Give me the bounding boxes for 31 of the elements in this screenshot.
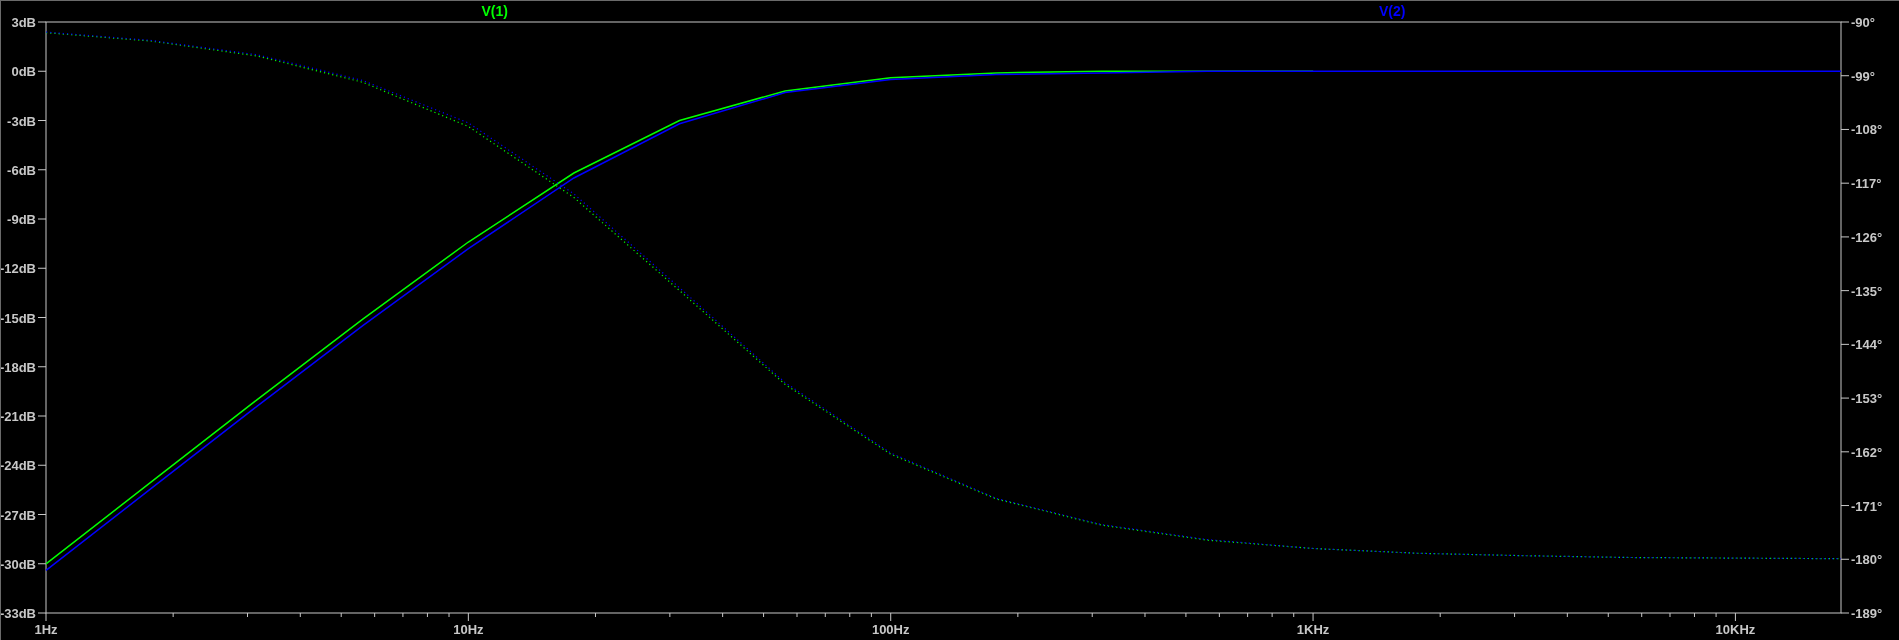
- axis-tick-label: -171°: [1851, 498, 1883, 514]
- axis-tick-label: -108°: [1851, 122, 1883, 138]
- axis-tick-label: -15dB: [1, 310, 36, 326]
- axis-tick-label: -21dB: [1, 409, 36, 424]
- axis-tick-label: -135°: [1851, 283, 1883, 299]
- trace-label[interactable]: V(1): [481, 3, 508, 19]
- axis-tick-label: -33dB: [1, 606, 36, 621]
- axis-tick-label: 1Hz: [34, 622, 58, 637]
- axis-tick-label: -162°: [1851, 444, 1883, 460]
- axis-tick-label: -18dB: [1, 359, 36, 375]
- axis-tick-label: -24dB: [1, 458, 36, 474]
- axis-tick-label: 10Hz: [453, 622, 484, 637]
- axis-tick-label: -27dB: [1, 507, 36, 523]
- axis-tick-label: -144°: [1851, 337, 1883, 353]
- axis-tick-label: -126°: [1851, 229, 1883, 245]
- axis-tick-label: -90°: [1851, 15, 1875, 30]
- axis-tick-label: -9dB: [7, 212, 36, 227]
- axis-tick-label: 1KHz: [1296, 622, 1330, 637]
- axis-tick-label: -12dB: [1, 261, 36, 277]
- axis-tick-label: -153°: [1851, 391, 1883, 407]
- axis-tick-label: 3dB: [11, 15, 36, 30]
- axis-tick-label: -30dB: [1, 556, 36, 572]
- axis-tick-label: -3dB: [7, 113, 36, 129]
- axis-tick-label: -117°: [1851, 176, 1882, 192]
- axis-tick-label: -99°: [1851, 68, 1875, 84]
- axis-tick-label: 0dB: [11, 64, 36, 80]
- axis-tick-label: 100Hz: [871, 622, 910, 637]
- axis-tick-label: -189°: [1851, 606, 1883, 621]
- axis-tick-label: 10KHz: [1715, 622, 1756, 637]
- axis-tick-label: -180°: [1851, 552, 1883, 568]
- axis-tick-label: -6dB: [7, 162, 36, 178]
